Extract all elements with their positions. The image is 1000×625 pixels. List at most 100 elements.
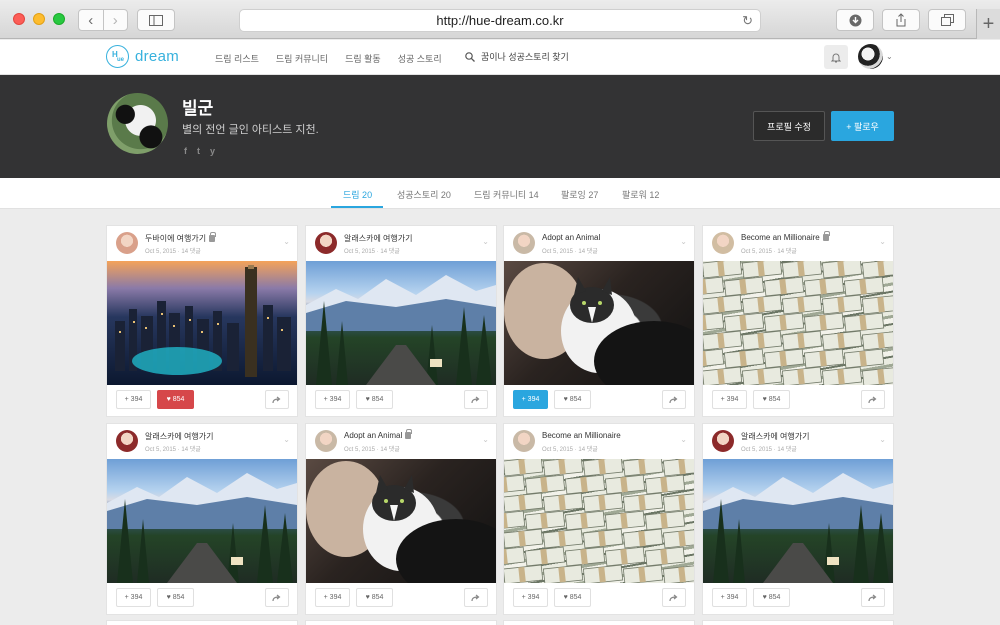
add-dream-button[interactable]: + 394 <box>315 390 350 409</box>
zoom-window-button[interactable] <box>53 13 65 25</box>
nav-dream-community[interactable]: 드림 커뮤니티 <box>276 52 328 65</box>
card-title[interactable]: 알래스카에 여행가기 <box>741 431 809 442</box>
like-button[interactable]: ♥ 854 <box>356 390 393 409</box>
card-title[interactable]: Become an Millionaire <box>741 231 830 242</box>
share-arrow-icon <box>272 396 281 403</box>
share-button[interactable] <box>861 390 885 409</box>
dream-card[interactable]: Adopt an Animal Oct 5, 2015 · 14 댓글 ⌄ + 394… <box>305 423 497 615</box>
card-title[interactable]: Adopt an Animal <box>542 233 600 242</box>
author-avatar[interactable] <box>315 232 337 254</box>
twitter-icon[interactable]: y <box>210 146 215 156</box>
back-icon[interactable]: ‹ <box>79 10 103 30</box>
like-button[interactable]: ♥ 854 <box>554 588 591 607</box>
downloads-button[interactable] <box>836 9 874 31</box>
share-button[interactable] <box>662 588 686 607</box>
user-avatar[interactable] <box>858 44 883 69</box>
dream-card[interactable]: Become an Millionaire Oct 5, 2015 · 14 댓글… <box>503 423 695 615</box>
follow-button[interactable]: + 팔로우 <box>831 111 894 141</box>
card-image[interactable] <box>703 261 893 385</box>
edit-profile-button[interactable]: 프로필 수정 <box>753 111 825 141</box>
author-avatar[interactable] <box>116 430 138 452</box>
nav-dream-list[interactable]: 드림 리스트 <box>215 52 259 65</box>
tab-dream-community[interactable]: 드림 커뮤니티 14 <box>474 188 539 201</box>
chevron-down-icon[interactable]: ⌄ <box>283 237 290 246</box>
minimize-window-button[interactable] <box>33 13 45 25</box>
chevron-down-icon[interactable]: ⌄ <box>283 435 290 444</box>
add-dream-button[interactable]: + 394 <box>116 588 151 607</box>
nav-success-story[interactable]: 성공 스토리 <box>398 52 442 65</box>
site-search[interactable]: 꿈이나 성공스토리 찾기 <box>465 50 569 63</box>
card-title[interactable]: Become an Millionaire <box>542 431 621 440</box>
address-bar[interactable]: http://hue-dream.co.kr ↻ <box>239 9 761 32</box>
add-dream-button[interactable]: + 394 <box>712 390 747 409</box>
sidebar-toggle-button[interactable] <box>137 9 175 31</box>
facebook-icon[interactable]: f <box>184 146 187 156</box>
chevron-down-icon[interactable]: ⌄ <box>680 237 687 246</box>
share-button[interactable] <box>464 588 488 607</box>
share-button[interactable] <box>662 390 686 409</box>
share-button[interactable] <box>265 588 289 607</box>
share-button[interactable] <box>861 588 885 607</box>
dream-card[interactable]: 알래스카에 여행가기 Oct 5, 2015 · 14 댓글 ⌄ + 394 ♥ 854 <box>106 423 298 615</box>
history-nav: ‹ › <box>78 9 128 31</box>
card-title[interactable]: 알래스카에 여행가기 <box>145 431 213 442</box>
close-window-button[interactable] <box>13 13 25 25</box>
card-title[interactable]: 알래스카에 여행가기 <box>344 233 412 244</box>
forward-icon[interactable]: › <box>102 10 128 30</box>
author-avatar[interactable] <box>116 232 138 254</box>
new-tab-button[interactable]: + <box>976 9 1000 39</box>
tabs-overview-button[interactable] <box>928 9 966 31</box>
like-button[interactable]: ♥ 854 <box>157 588 194 607</box>
dream-card[interactable]: 알래스카에 여행가기 Oct 5, 2015 · 14 댓글 ⌄ + 394 ♥ 854 <box>702 423 894 615</box>
like-button[interactable]: ♥ 854 <box>554 390 591 409</box>
dream-card[interactable]: 알래스카에 여행가기 Oct 5, 2015 · 14 댓글 ⌄ + 394 ♥ 854 <box>305 225 497 417</box>
reload-icon[interactable]: ↻ <box>742 13 753 29</box>
tumblr-icon[interactable]: t <box>197 146 200 156</box>
chevron-down-icon[interactable]: ⌄ <box>482 237 489 246</box>
notifications-button[interactable] <box>824 45 848 69</box>
card-image[interactable] <box>306 261 496 385</box>
tab-dreams[interactable]: 드림 20 <box>343 188 372 201</box>
tab-success-stories[interactable]: 성공스토리 20 <box>397 188 451 201</box>
chevron-down-icon[interactable]: ⌄ <box>879 435 886 444</box>
author-avatar[interactable] <box>513 232 535 254</box>
card-title[interactable]: Adopt an Animal <box>344 429 413 440</box>
logo-text: dream <box>135 48 180 65</box>
tab-followers[interactable]: 팔로워 12 <box>622 188 659 201</box>
chevron-down-icon[interactable]: ⌄ <box>680 435 687 444</box>
profile-name: 빌군 <box>182 99 214 118</box>
share-button[interactable] <box>464 390 488 409</box>
add-dream-button[interactable]: + 394 <box>712 588 747 607</box>
card-image[interactable] <box>703 459 893 583</box>
author-avatar[interactable] <box>712 430 734 452</box>
tab-following[interactable]: 팔로잉 27 <box>561 188 598 201</box>
card-image[interactable] <box>504 459 694 583</box>
author-avatar[interactable] <box>513 430 535 452</box>
card-image[interactable] <box>107 459 297 583</box>
dream-card[interactable]: 두바이에 여행가기 Oct 5, 2015 · 14 댓글 ⌄ + 394 ♥ 854 <box>106 225 298 417</box>
like-button[interactable]: ♥ 854 <box>157 390 194 409</box>
like-button[interactable]: ♥ 854 <box>753 588 790 607</box>
like-button[interactable]: ♥ 854 <box>753 390 790 409</box>
card-image[interactable] <box>306 459 496 583</box>
chevron-down-icon[interactable]: ⌄ <box>879 237 886 246</box>
add-dream-button[interactable]: + 394 <box>513 390 548 409</box>
add-dream-button[interactable]: + 394 <box>513 588 548 607</box>
card-image[interactable] <box>107 261 297 385</box>
site-logo[interactable]: H ue dream <box>106 45 179 68</box>
chevron-down-icon[interactable]: ⌄ <box>886 52 893 61</box>
card-image[interactable] <box>504 261 694 385</box>
author-avatar[interactable] <box>712 232 734 254</box>
dream-card[interactable]: Adopt an Animal Oct 5, 2015 · 14 댓글 ⌄ + 394… <box>503 225 695 417</box>
card-header: Adopt an Animal Oct 5, 2015 · 14 댓글 ⌄ <box>306 424 496 459</box>
add-dream-button[interactable]: + 394 <box>315 588 350 607</box>
share-button[interactable] <box>882 9 920 31</box>
author-avatar[interactable] <box>315 430 337 452</box>
share-button[interactable] <box>265 390 289 409</box>
chevron-down-icon[interactable]: ⌄ <box>482 435 489 444</box>
card-title[interactable]: 두바이에 여행가기 <box>145 232 217 244</box>
dream-card[interactable]: Become an Millionaire Oct 5, 2015 · 14 댓글… <box>702 225 894 417</box>
nav-dream-activity[interactable]: 드림 활동 <box>345 52 381 65</box>
add-dream-button[interactable]: + 394 <box>116 390 151 409</box>
like-button[interactable]: ♥ 854 <box>356 588 393 607</box>
